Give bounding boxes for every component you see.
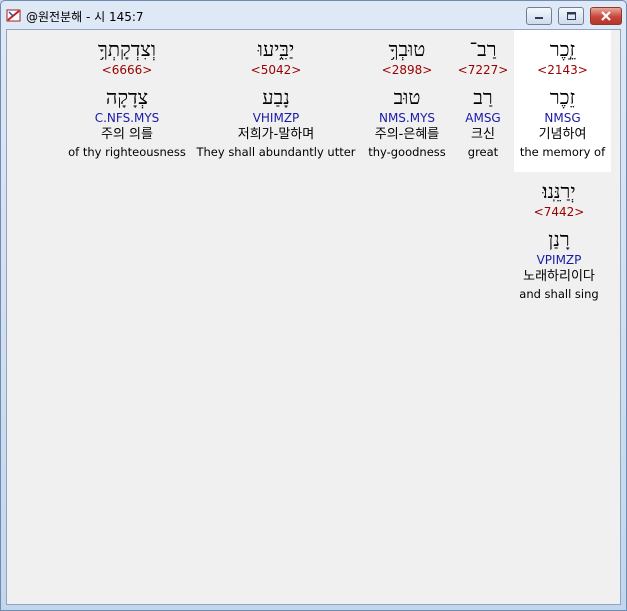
close-icon: [601, 11, 611, 21]
lemma: רָנַן: [548, 227, 570, 251]
app-window: @원전분해 - 시 145:7 זֵ֣כֶר <2143> זֵכֶר NMSG…: [0, 0, 627, 611]
hebrew-word: טוּבְךָ֥: [388, 37, 426, 61]
english-gloss: of thy righteousness: [68, 145, 186, 159]
lemma: נָבַע: [262, 85, 290, 109]
title-bar[interactable]: @원전분해 - 시 145:7: [1, 1, 626, 29]
lemma: טוּב: [393, 85, 421, 109]
strongs-number[interactable]: <7442>: [507, 204, 611, 220]
morphology-code[interactable]: NMSG: [514, 110, 611, 126]
morphology-code[interactable]: C.NFS.MYS: [65, 110, 189, 126]
lemma: זֵכֶר: [549, 85, 576, 109]
minimize-icon: [535, 17, 543, 19]
hebrew-word: וְצִדְקָתְךָ֥: [98, 37, 156, 61]
english-gloss: They shall abundantly utter: [196, 145, 356, 159]
hebrew-word: יְרַנֵּֽנוּ׃: [542, 179, 576, 203]
strongs-number[interactable]: <5042>: [195, 62, 357, 78]
word-cell[interactable]: יַבִּ֑יעוּ <5042> נָבַע VHIMZP 저희가-말하며 T…: [195, 30, 357, 172]
korean-gloss: 주의 의를: [101, 127, 153, 142]
window-title: @원전분해 - 시 145:7: [26, 10, 144, 24]
english-gloss: and shall sing: [519, 287, 599, 301]
morphology-code[interactable]: AMSG: [457, 110, 509, 126]
english-gloss: the memory of: [519, 145, 606, 159]
morphology-code[interactable]: VHIMZP: [195, 110, 357, 126]
strongs-number[interactable]: <2898>: [363, 62, 451, 78]
minimize-button[interactable]: [526, 7, 552, 25]
korean-gloss: 저희가-말하며: [237, 127, 315, 142]
lemma: רַב: [473, 85, 493, 109]
strongs-number[interactable]: <6666>: [65, 62, 189, 78]
verse-analysis-panel: זֵ֣כֶר <2143> זֵכֶר NMSG 기념하여 the memory…: [6, 29, 621, 605]
hebrew-word: זֵ֣כֶר: [549, 37, 576, 61]
korean-gloss: 주의-은혜를: [374, 127, 440, 142]
korean-gloss: 기념하여: [538, 127, 587, 142]
korean-gloss: 크신: [471, 127, 495, 142]
hebrew-word: רַב־: [469, 37, 497, 61]
maximize-button[interactable]: [558, 7, 584, 25]
english-gloss: thy-goodness: [368, 145, 446, 159]
close-button[interactable]: [590, 7, 622, 25]
hebrew-word: יַבִּ֑יעוּ: [257, 37, 295, 61]
morphology-code[interactable]: NMS.MYS: [363, 110, 451, 126]
word-cell[interactable]: יְרַנֵּֽנוּ׃ <7442> רָנַן VPIMZP 노래하리이다 …: [507, 172, 611, 312]
word-cell[interactable]: זֵ֣כֶר <2143> זֵכֶר NMSG 기념하여 the memory…: [514, 30, 611, 172]
lemma: צְדָקָה: [105, 85, 149, 109]
word-cell[interactable]: טוּבְךָ֥ <2898> טוּב NMS.MYS 주의-은혜를 thy-…: [363, 30, 451, 172]
strongs-number[interactable]: <7227>: [457, 62, 509, 78]
strongs-number[interactable]: <2143>: [514, 62, 611, 78]
bible-app-icon[interactable]: [6, 7, 22, 23]
english-gloss: great: [467, 145, 499, 159]
morphology-code[interactable]: VPIMZP: [507, 252, 611, 268]
word-cell[interactable]: וְצִדְקָתְךָ֥ <6666> צְדָקָה C.NFS.MYS 주…: [65, 30, 189, 172]
korean-gloss: 노래하리이다: [523, 269, 595, 284]
maximize-icon: [567, 12, 576, 20]
word-cell[interactable]: רַב־ <7227> רַב AMSG 크신 great: [457, 30, 509, 172]
